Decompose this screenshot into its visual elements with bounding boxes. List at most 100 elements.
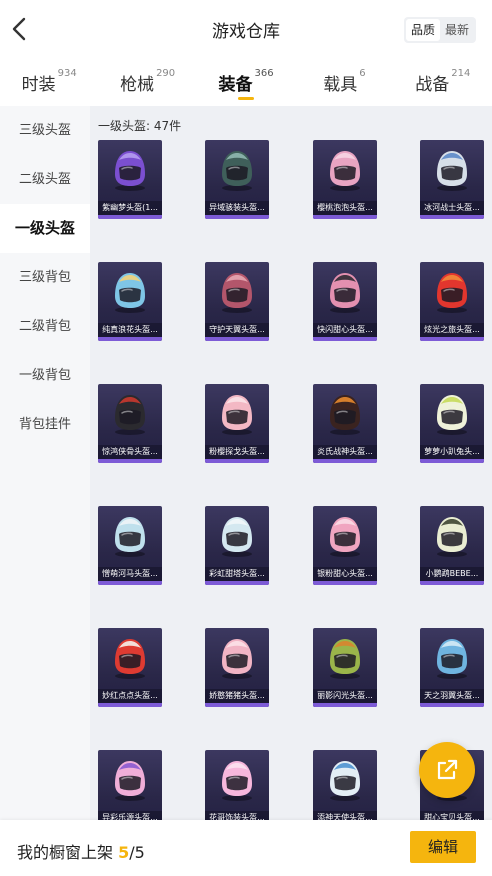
subcategory-sidebar: 三级头盔 二级头盔 一级头盔 三级背包 二级背包 一级背包 背包挂件 [0, 106, 90, 820]
rarity-bar [98, 703, 162, 707]
item-card[interactable]: 惊鸿侠骨头盔... [98, 384, 162, 463]
item-card[interactable]: 花哥饰装头盔... [205, 750, 269, 820]
item-card[interactable]: 小鹦鹉BEBE... [420, 506, 484, 585]
item-card[interactable]: 丽影闪光头盔... [313, 628, 377, 707]
sidebar-item-helmet-lv3[interactable]: 三级头盔 [0, 106, 90, 155]
item-card[interactable]: 添神天使头盔... [313, 750, 377, 820]
edit-button[interactable]: 编辑 [410, 831, 476, 863]
helmet-icon [330, 761, 360, 801]
rarity-bar [420, 459, 484, 463]
item-name: 异彩乐源头盔... [98, 811, 162, 820]
rarity-bar [205, 337, 269, 341]
sidebar-item-helmet-lv1[interactable]: 一级头盔 [0, 204, 90, 253]
item-count-label: 一级头盔: 47件 [98, 119, 182, 133]
item-card[interactable]: 银粉甜心头盔... [313, 506, 377, 585]
category-tabs: 时装934 枪械290 装备366 载具6 战备214 [0, 58, 492, 106]
helmet-icon [222, 639, 252, 679]
showcase-label: 我的橱窗上架 5/5 [17, 839, 145, 863]
item-name: 花哥饰装头盔... [205, 811, 269, 820]
tab-label: 载具 [323, 75, 358, 95]
sort-toggle: 品质 最新 [404, 17, 476, 43]
helmet-icon [222, 517, 252, 557]
item-name: 粉樱探戈头盔... [205, 445, 269, 459]
rarity-bar [98, 215, 162, 219]
sidebar-item-backpack-lv1[interactable]: 一级背包 [0, 351, 90, 400]
item-name: 紫幽梦头盔(1... [98, 201, 162, 215]
item-card[interactable]: 异彩乐源头盔... [98, 750, 162, 820]
item-name: 樱桃泡泡头盔... [313, 201, 377, 215]
helmet-icon [115, 395, 145, 435]
item-card[interactable]: 粉樱探戈头盔... [205, 384, 269, 463]
item-card[interactable]: 守护天翼头盔... [205, 262, 269, 341]
item-card[interactable]: 萝萝小趴兔头... [420, 384, 484, 463]
item-name: 惊鸿侠骨头盔... [98, 445, 162, 459]
item-name: 娇憨猪猪头盔... [205, 689, 269, 703]
item-name: 妙红点点头盔... [98, 689, 162, 703]
share-button[interactable] [419, 742, 475, 798]
tab-guns[interactable]: 枪械290 [98, 58, 196, 106]
helmet-icon [437, 639, 467, 679]
tab-count: 290 [156, 68, 176, 79]
item-card[interactable]: 纯真浪花头盔... [98, 262, 162, 341]
item-card[interactable]: 憎萌河马头盔... [98, 506, 162, 585]
item-grid-panel: 一级头盔: 47件 紫幽梦头盔(1... 异域骇装头盔... 樱桃泡泡头盔... 冰河… [90, 106, 492, 820]
item-name: 萝萝小趴兔头... [420, 445, 484, 459]
item-card[interactable]: 娇憨猪猪头盔... [205, 628, 269, 707]
tab-label: 装备 [218, 75, 253, 95]
item-card[interactable]: 紫幽梦头盔(1... [98, 140, 162, 219]
tab-equipment[interactable]: 装备366 [197, 58, 295, 106]
item-name: 纯真浪花头盔... [98, 323, 162, 337]
sidebar-item-helmet-lv2[interactable]: 二级头盔 [0, 155, 90, 204]
rarity-bar [205, 581, 269, 585]
helmet-icon [115, 517, 145, 557]
helmet-icon [115, 273, 145, 313]
item-name: 天之羽翼头盔... [420, 689, 484, 703]
item-name: 炫光之旅头盔... [420, 323, 484, 337]
rarity-bar [420, 703, 484, 707]
item-card[interactable]: 快闪甜心头盔... [313, 262, 377, 341]
sort-newest-option[interactable]: 最新 [440, 19, 474, 41]
helmet-icon [222, 761, 252, 801]
helmet-icon [437, 517, 467, 557]
item-card[interactable]: 异域骇装头盔... [205, 140, 269, 219]
sort-quality-option[interactable]: 品质 [406, 19, 440, 41]
sidebar-item-backpack-charm[interactable]: 背包挂件 [0, 400, 90, 449]
rarity-bar [98, 337, 162, 341]
item-card[interactable]: 炎氏战神头盔... [313, 384, 377, 463]
rarity-bar [205, 215, 269, 219]
item-name: 憎萌河马头盔... [98, 567, 162, 581]
item-name: 丽影闪光头盔... [313, 689, 377, 703]
helmet-icon [222, 273, 252, 313]
item-card[interactable]: 樱桃泡泡头盔... [313, 140, 377, 219]
item-name: 添神天使头盔... [313, 811, 377, 820]
item-card[interactable]: 冰河战士头盔... [420, 140, 484, 219]
item-name: 彩虹甜塔头盔... [205, 567, 269, 581]
tab-vehicles[interactable]: 载具6 [295, 58, 393, 106]
tab-supplies[interactable]: 战备214 [394, 58, 492, 106]
item-name: 守护天翼头盔... [205, 323, 269, 337]
helmet-icon [222, 395, 252, 435]
item-card[interactable]: 妙红点点头盔... [98, 628, 162, 707]
tab-count: 366 [254, 68, 274, 79]
item-card[interactable]: 炫光之旅头盔... [420, 262, 484, 341]
tab-count: 934 [57, 68, 77, 79]
showcase-label-text: 我的橱窗上架 [17, 843, 114, 862]
tab-outfit[interactable]: 时装934 [0, 58, 98, 106]
item-name: 快闪甜心头盔... [313, 323, 377, 337]
sidebar-item-backpack-lv2[interactable]: 二级背包 [0, 302, 90, 351]
item-card[interactable]: 天之羽翼头盔... [420, 628, 484, 707]
tab-label: 枪械 [120, 75, 155, 95]
item-name: 小鹦鹉BEBE... [420, 567, 484, 581]
helmet-icon [437, 151, 467, 191]
tab-label: 时装 [21, 75, 56, 95]
rarity-bar [313, 459, 377, 463]
rarity-bar [420, 337, 484, 341]
item-name: 异域骇装头盔... [205, 201, 269, 215]
helmet-icon [437, 273, 467, 313]
sidebar-item-backpack-lv3[interactable]: 三级背包 [0, 253, 90, 302]
rarity-bar [420, 581, 484, 585]
helmet-icon [330, 395, 360, 435]
item-card[interactable]: 彩虹甜塔头盔... [205, 506, 269, 585]
helmet-icon [222, 151, 252, 191]
rarity-bar [313, 703, 377, 707]
